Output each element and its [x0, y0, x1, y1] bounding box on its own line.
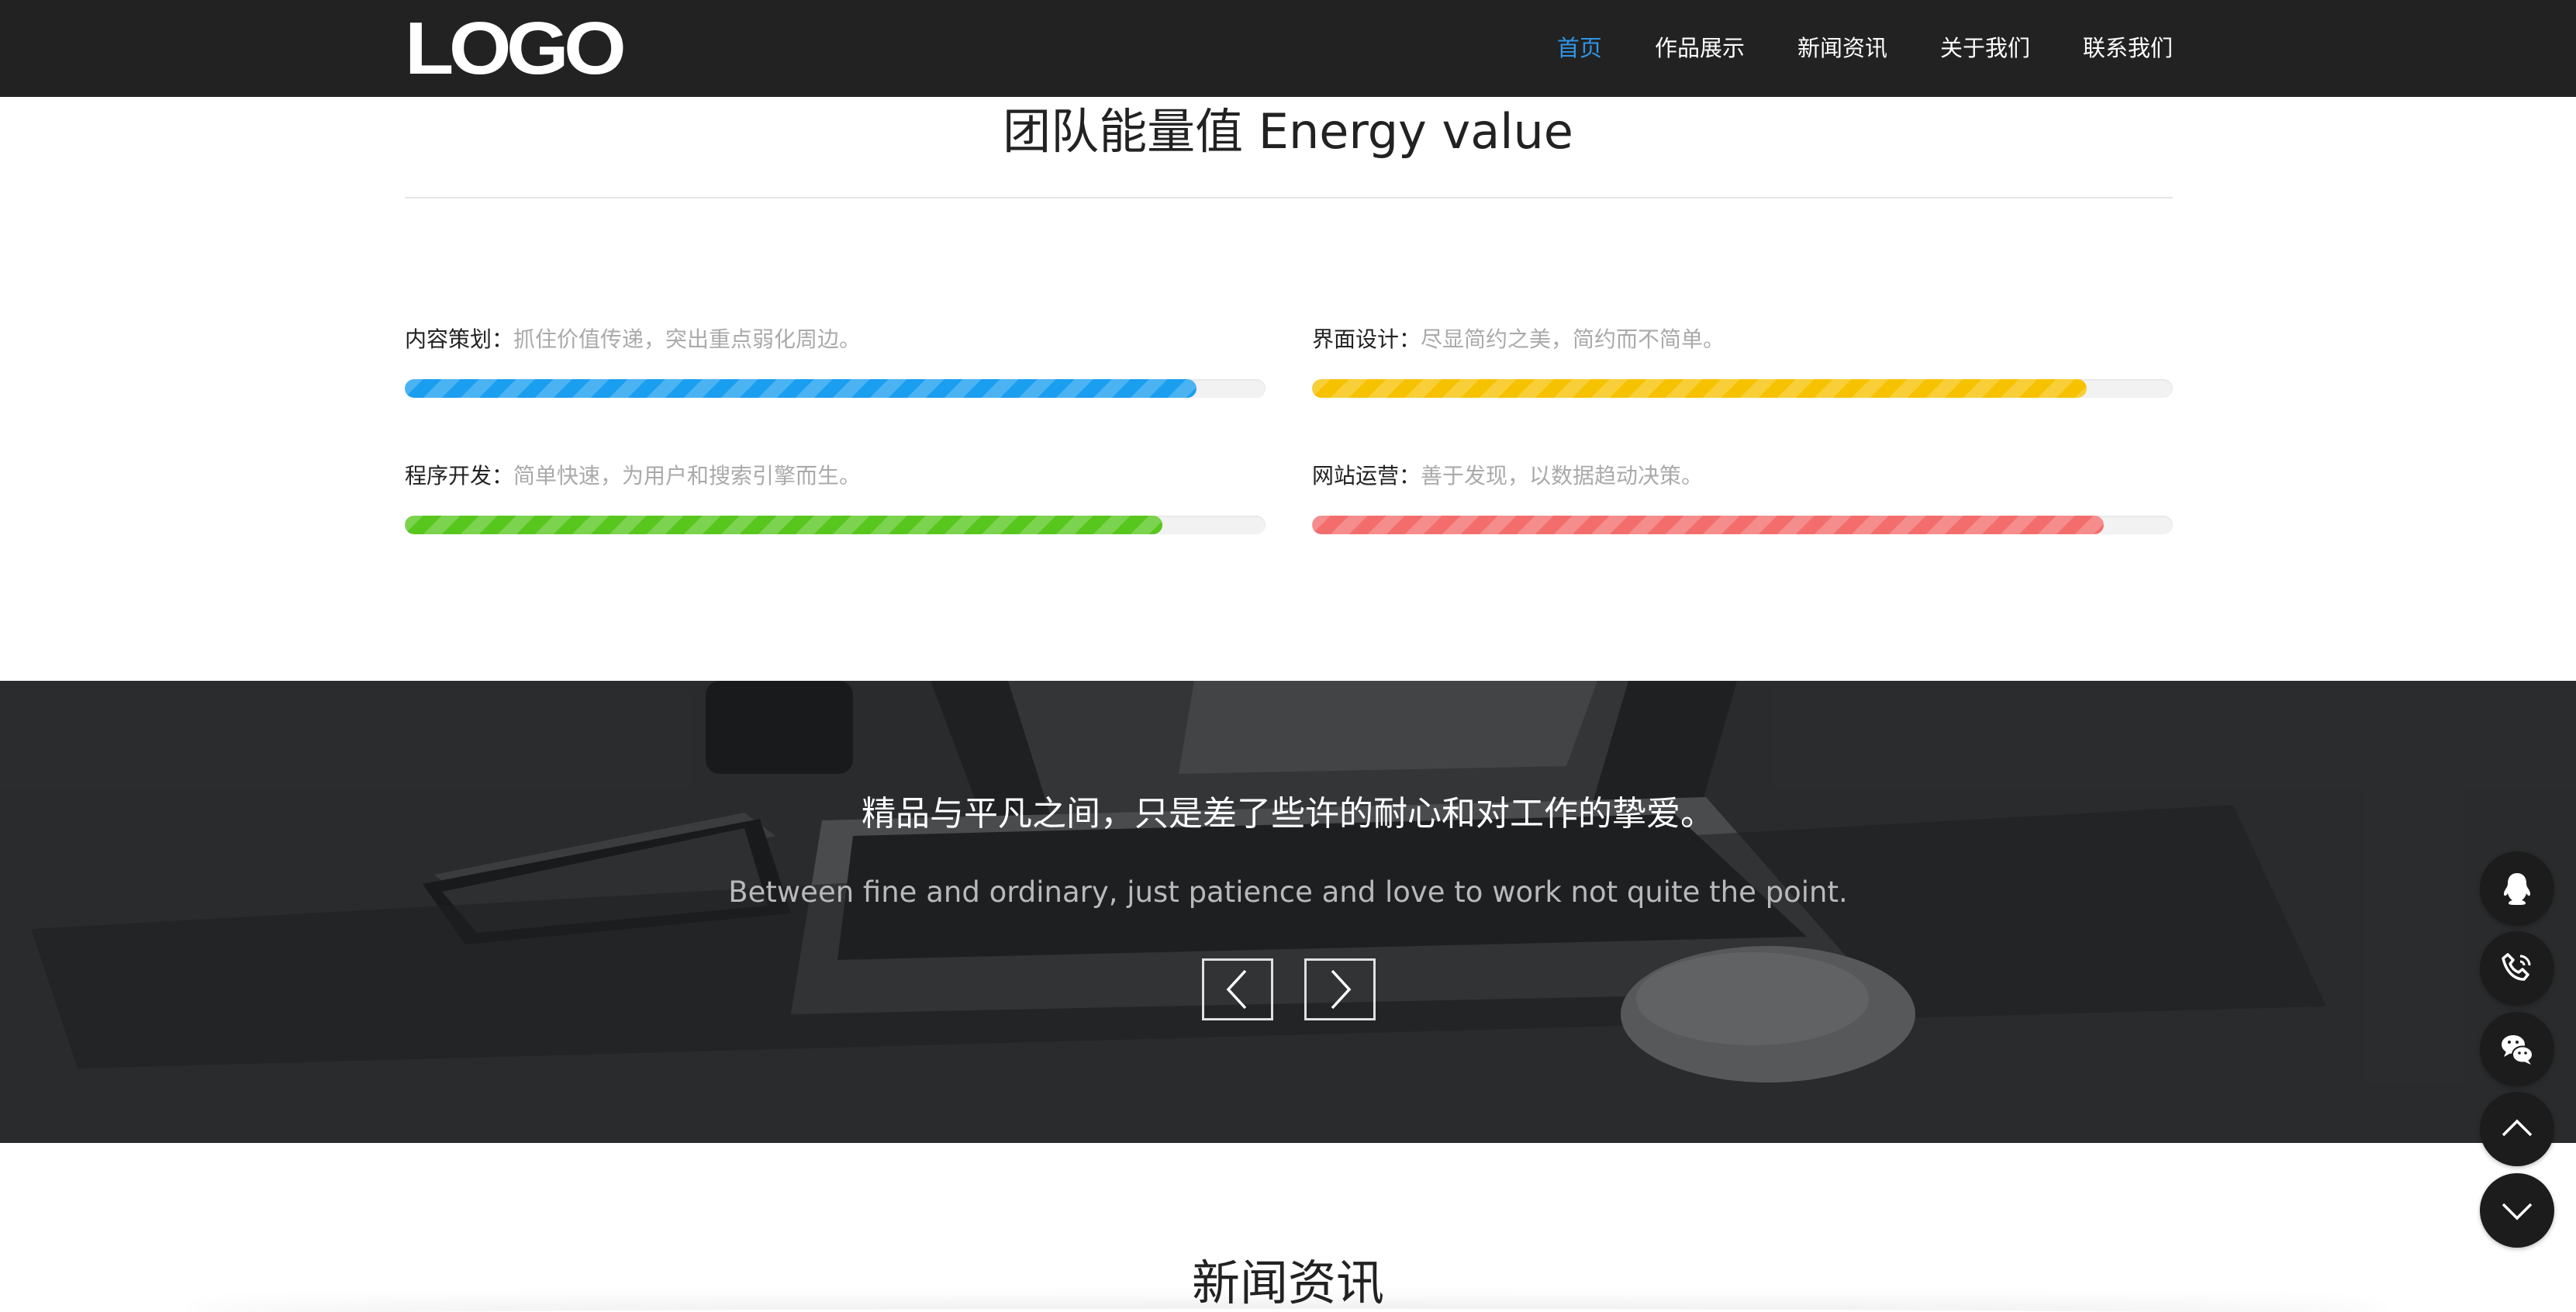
skill-item-development: 程序开发：简单快速，为用户和搜索引擎而生。	[405, 461, 1266, 534]
skill-item-ui-design: 界面设计：尽显简约之美，简约而不简单。	[1312, 324, 2173, 398]
nav-item-news[interactable]: 新闻资讯	[1797, 0, 1887, 97]
news-section-title: 新闻资讯	[1191, 1255, 1384, 1311]
wechat-button[interactable]	[2480, 1012, 2554, 1086]
progress-fill	[1312, 516, 2105, 534]
qq-button[interactable]	[2480, 851, 2554, 926]
skill-description: 尽显简约之美，简约而不简单。	[1421, 326, 1725, 352]
banner-overlay	[0, 681, 2576, 1143]
skill-description: 抓住价值传递，突出重点弱化周边。	[513, 326, 862, 352]
banner-title: 精品与平凡之间，只是差了些许的耐心和对工作的挚爱。	[862, 794, 1714, 834]
chevron-left-icon	[1226, 969, 1247, 1010]
carousel-prev-button[interactable]	[1202, 958, 1273, 1020]
phone-icon	[2502, 953, 2531, 981]
progress-track	[1312, 379, 2173, 398]
chevron-down-icon	[2502, 1203, 2533, 1221]
progress-fill	[405, 379, 1197, 398]
skill-description: 简单快速，为用户和搜索引擎而生。	[513, 463, 862, 489]
page: LOGO 首页 作品展示 新闻资讯 关于我们 联系我们 团队能量值 Energy…	[0, 0, 2576, 1312]
top-navbar: LOGO 首页 作品展示 新闻资讯 关于我们 联系我们	[0, 0, 2576, 97]
progress-track	[1312, 516, 2173, 534]
nav-item-contact[interactable]: 联系我们	[2083, 0, 2173, 97]
chevron-right-icon	[1331, 969, 1352, 1010]
phone-button[interactable]	[2480, 931, 2554, 1006]
skill-name: 网站运营：	[1312, 463, 1421, 489]
nav-item-works[interactable]: 作品展示	[1655, 0, 1745, 97]
energy-section-title: 团队能量值 Energy value	[1003, 103, 1573, 160]
carousel-next-button[interactable]	[1304, 958, 1376, 1020]
skill-name: 界面设计：	[1312, 326, 1421, 352]
logo[interactable]: LOGO	[405, 12, 627, 86]
skill-name: 内容策划：	[405, 326, 514, 352]
back-to-top-button[interactable]	[2480, 1092, 2554, 1166]
qq-icon	[2503, 873, 2531, 905]
skill-label: 网站运营：善于发现，以数据趋动决策。	[1312, 461, 2173, 492]
banner-subtitle: Between fine and ordinary, just patience…	[728, 875, 1848, 909]
scroll-down-button[interactable]	[2480, 1173, 2554, 1248]
progress-fill	[405, 516, 1162, 534]
progress-fill	[1312, 379, 2087, 398]
skill-label: 程序开发：简单快速，为用户和搜索引擎而生。	[405, 461, 1266, 492]
skill-label: 内容策划：抓住价值传递，突出重点弱化周边。	[405, 324, 1266, 355]
skill-description: 善于发现，以数据趋动决策。	[1421, 463, 1704, 489]
quote-banner: 精品与平凡之间，只是差了些许的耐心和对工作的挚爱。 Between fine a…	[0, 681, 2576, 1143]
nav-item-about[interactable]: 关于我们	[1940, 0, 2030, 97]
progress-track	[405, 379, 1266, 398]
nav-item-home[interactable]: 首页	[1557, 0, 1602, 97]
title-divider	[405, 197, 2173, 199]
wechat-icon	[2502, 1035, 2533, 1065]
skill-name: 程序开发：	[405, 463, 514, 489]
skill-label: 界面设计：尽显简约之美，简约而不简单。	[1312, 324, 2173, 355]
main-nav: 首页 作品展示 新闻资讯 关于我们 联系我们	[1504, 0, 2173, 97]
progress-track	[405, 516, 1266, 534]
skill-item-content-planning: 内容策划：抓住价值传递，突出重点弱化周边。	[405, 324, 1266, 398]
skill-item-operations: 网站运营：善于发现，以数据趋动决策。	[1312, 461, 2173, 534]
chevron-up-icon	[2502, 1119, 2533, 1137]
